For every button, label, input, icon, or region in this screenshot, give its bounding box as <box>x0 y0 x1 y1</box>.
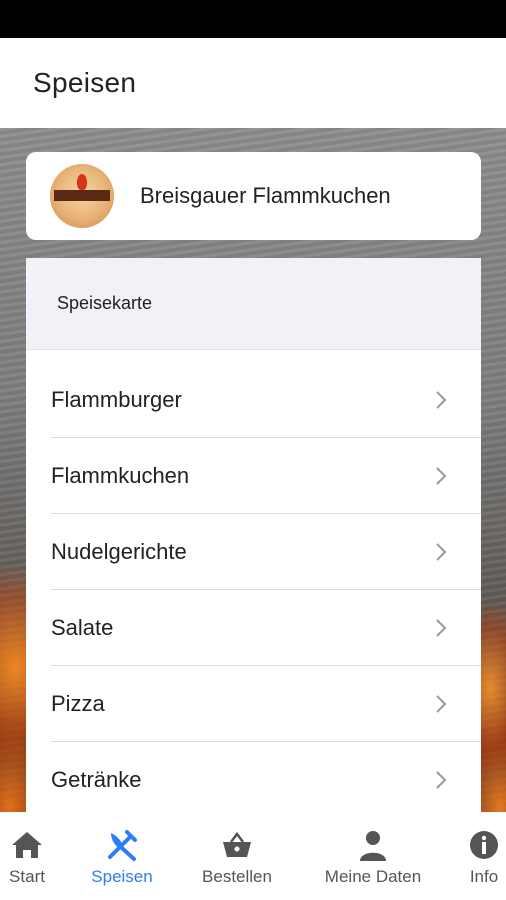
menu-item-flammkuchen[interactable]: Flammkuchen <box>51 438 481 514</box>
chevron-right-icon <box>436 390 447 409</box>
person-icon <box>360 831 386 861</box>
menu-item-label: Nudelgerichte <box>51 538 187 564</box>
menu-item-pizza[interactable]: Pizza <box>51 666 481 742</box>
info-icon <box>470 831 498 859</box>
menu-item-label: Flammkuchen <box>51 462 190 488</box>
app-header: Speisen <box>0 38 506 128</box>
restaurant-logo <box>50 164 114 228</box>
chevron-right-icon <box>436 694 447 713</box>
menu-item-salate[interactable]: Salate <box>51 590 481 666</box>
menu-item-nudelgerichte[interactable]: Nudelgerichte <box>51 514 481 590</box>
restaurant-name: Breisgauer Flammkuchen <box>140 183 391 208</box>
chevron-right-icon <box>436 542 447 561</box>
nav-label: Speisen <box>91 867 153 886</box>
nav-item-speisen[interactable]: Speisen <box>82 812 162 900</box>
status-bar <box>0 0 506 38</box>
basket-icon <box>223 831 251 857</box>
nav-label: Bestellen <box>202 867 272 886</box>
menu-item-label: Salate <box>51 614 114 640</box>
menu-item-label: Pizza <box>51 690 105 716</box>
nav-label: Meine Daten <box>324 867 422 886</box>
restaurant-card[interactable]: Breisgauer Flammkuchen <box>26 152 481 240</box>
nav-label: Info <box>469 867 499 886</box>
nav-item-start[interactable]: Start <box>0 812 54 900</box>
chevron-right-icon <box>436 466 447 485</box>
page-title: Speisen <box>33 67 137 98</box>
content-area: Breisgauer Flammkuchen Speisekarte Flamm… <box>0 128 506 812</box>
menu-panel: Speisekarte Flammburger Flammkuchen Nude… <box>26 258 481 812</box>
home-icon <box>12 832 42 858</box>
menu-header: Speisekarte <box>26 258 481 350</box>
menu-item-getraenke[interactable]: Getränke <box>51 742 481 812</box>
menu-title: Speisekarte <box>57 293 153 313</box>
menu-item-label: Getränke <box>51 766 142 792</box>
menu-list: Flammburger Flammkuchen Nudelgerichte Sa… <box>26 350 481 812</box>
menu-item-flammburger[interactable]: Flammburger <box>51 362 481 438</box>
fork-knife-icon <box>108 830 137 861</box>
chevron-right-icon <box>436 618 447 637</box>
nav-item-bestellen[interactable]: Bestellen <box>192 812 282 900</box>
nav-item-info[interactable]: Info <box>462 812 506 900</box>
menu-item-label: Flammburger <box>51 386 182 412</box>
nav-label: Start <box>9 867 45 886</box>
logo-flame-icon <box>77 174 87 190</box>
chevron-right-icon <box>436 770 447 789</box>
bottom-nav: Start Speisen Bestellen Meine Daten Info <box>0 812 506 900</box>
nav-item-meine-daten[interactable]: Meine Daten <box>313 812 433 900</box>
